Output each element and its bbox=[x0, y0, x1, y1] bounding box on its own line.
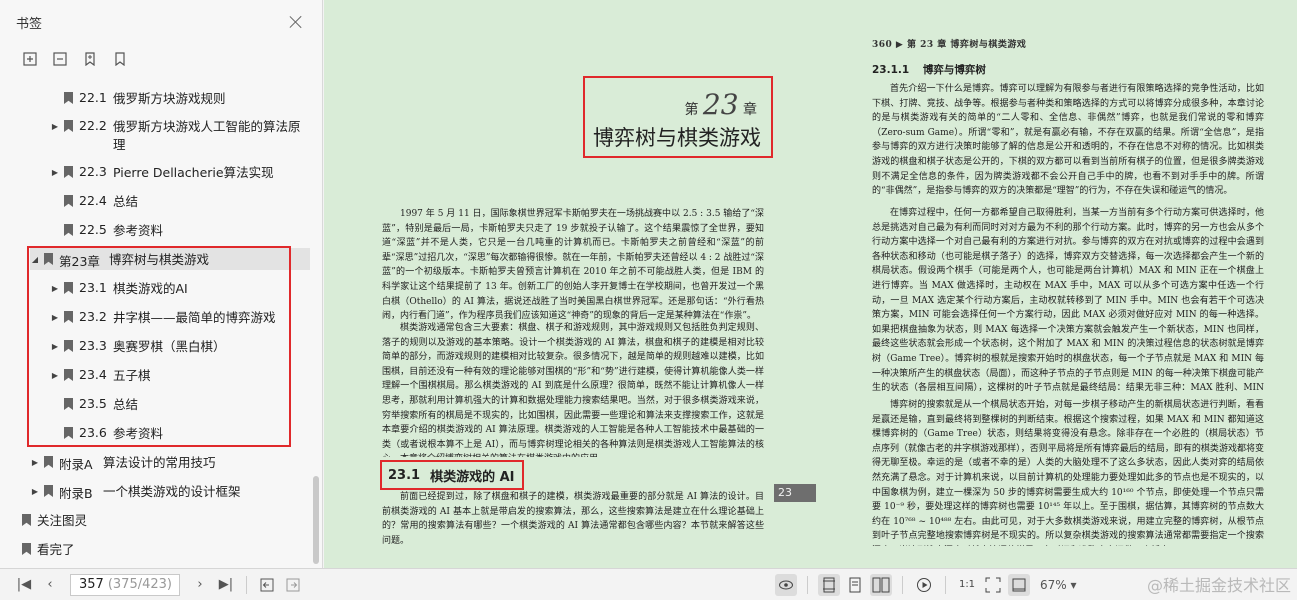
expand-all-icon[interactable] bbox=[22, 51, 38, 67]
bookmark-item-22-1[interactable]: 22.1 俄罗斯方块游戏规则 bbox=[50, 90, 310, 108]
bookmark-icon bbox=[64, 120, 73, 132]
play-icon[interactable] bbox=[913, 574, 935, 596]
page-number-input[interactable]: 357 (375/423) bbox=[70, 573, 180, 596]
first-page-icon[interactable]: |◀ bbox=[14, 575, 34, 595]
paragraph: 1997 年 5 月 11 日，国际象棋世界冠军卡斯帕罗夫在一场挑战赛中以 2.… bbox=[382, 209, 764, 322]
collapse-all-icon[interactable] bbox=[52, 51, 68, 67]
paragraph: 博弈树的搜索就是从一个棋局状态开始，对每一步棋子移动产生的新棋局状态进行判断，看… bbox=[872, 400, 1264, 546]
bookmark-icon bbox=[64, 166, 73, 178]
bookmark-item-22-3[interactable]: ▶ 22.3 Pierre Dellacherie算法实现 bbox=[50, 164, 310, 182]
bookmark-icon bbox=[44, 485, 53, 497]
bookmark-item-follow-turing[interactable]: 关注图灵 bbox=[18, 512, 310, 530]
document-view[interactable]: 第 23 章 博弈树与棋类游戏 1997 年 5 月 11 日，国际象棋世界冠军… bbox=[324, 0, 1297, 568]
sidebar-scrollbar[interactable] bbox=[313, 476, 319, 564]
page-left: 第 23 章 博弈树与棋类游戏 1997 年 5 月 11 日，国际象棋世界冠军… bbox=[324, 0, 824, 568]
watermark: @稀土掘金技术社区 bbox=[1146, 576, 1291, 595]
forward-icon[interactable] bbox=[283, 575, 303, 595]
bookmark-icon bbox=[22, 543, 31, 555]
chapter-title: 博弈树与棋类游戏 bbox=[593, 126, 761, 150]
paragraph: 棋类游戏通常包含三大要素：棋盘、棋子和游戏规则，其中游戏规则又包括胜负判定规则、… bbox=[382, 323, 764, 457]
sidebar-toolbar bbox=[0, 44, 322, 74]
bookmark-item-finished[interactable]: 看完了 bbox=[18, 541, 310, 559]
close-sidebar-icon[interactable] bbox=[288, 14, 304, 30]
chapter-heading: 第 23 章 博弈树与棋类游戏 bbox=[583, 76, 773, 158]
bookmark-icon bbox=[64, 195, 73, 207]
fit-page-icon[interactable] bbox=[982, 574, 1004, 596]
zoom-level[interactable]: 67% ▾ bbox=[1040, 578, 1077, 592]
expand-arrow-icon[interactable]: ▶ bbox=[50, 122, 60, 131]
section-heading: 23.1 棋类游戏的 AI bbox=[380, 460, 524, 490]
prev-page-icon[interactable]: ‹ bbox=[40, 575, 60, 595]
last-page-icon[interactable]: ▶| bbox=[216, 575, 236, 595]
sidebar-title: 书签 bbox=[16, 16, 43, 32]
paragraph: 在博弈过程中，任何一方都希望自己取得胜利，当某一方当前有多个行动方案可供选择时，… bbox=[872, 208, 1264, 394]
next-page-icon[interactable]: › bbox=[190, 575, 210, 595]
highlight-box bbox=[27, 246, 291, 447]
paragraph: 前面已经提到过，除了棋盘和棋子的建模，棋类游戏最重要的部分就是 AI 算法的设计… bbox=[382, 492, 764, 546]
bookmark-item-22-4[interactable]: 22.4 总结 bbox=[50, 193, 310, 211]
continuous-page-icon[interactable] bbox=[844, 574, 866, 596]
add-bookmark-icon[interactable] bbox=[82, 51, 98, 67]
bookmark-icon bbox=[64, 92, 73, 104]
bookmark-icon[interactable] bbox=[112, 51, 128, 67]
page-right: 360 ▶ 第 23 章 博弈树与棋类游戏 23.1.1 博弈与博弈树 首先介绍… bbox=[844, 0, 1297, 568]
bookmark-item-22-2[interactable]: ▶ 22.2 俄罗斯方块游戏人工智能的算法原理 bbox=[50, 118, 310, 154]
back-icon[interactable] bbox=[257, 575, 277, 595]
paragraph: 首先介绍一下什么是博弈。博弈可以理解为有限参与者进行有限策略选择的竞争性活动，比… bbox=[872, 84, 1264, 197]
expand-arrow-icon[interactable]: ▶ bbox=[50, 168, 60, 177]
chapter-tab: 23 bbox=[774, 484, 816, 502]
bookmark-item-appendix-b[interactable]: ▶ 附录B 一个棋类游戏的设计框架 bbox=[30, 483, 310, 502]
expand-arrow-icon[interactable]: ▶ bbox=[30, 487, 40, 496]
bookmark-item-appendix-a[interactable]: ▶ 附录A 算法设计的常用技巧 bbox=[30, 454, 310, 473]
bookmark-icon bbox=[44, 456, 53, 468]
bookmark-icon bbox=[22, 514, 31, 526]
bookmark-icon bbox=[64, 224, 73, 236]
expand-arrow-icon[interactable]: ▶ bbox=[30, 458, 40, 467]
double-page-icon[interactable] bbox=[870, 573, 892, 596]
sidebar-header: 书签 bbox=[0, 0, 322, 44]
eye-protection-icon[interactable] bbox=[775, 573, 797, 596]
single-page-icon[interactable] bbox=[818, 573, 840, 596]
bookmark-item-22-5[interactable]: 22.5 参考资料 bbox=[50, 222, 310, 240]
subsection-heading: 23.1.1 博弈与博弈树 bbox=[872, 64, 986, 76]
running-header: 360 ▶ 第 23 章 博弈树与棋类游戏 bbox=[872, 40, 1027, 50]
status-bar: |◀ ‹ 357 (375/423) › ▶| 1:1 67% ▾ bbox=[0, 568, 1297, 600]
fit-width-icon[interactable] bbox=[1008, 573, 1030, 596]
actual-size-icon[interactable]: 1:1 bbox=[956, 574, 978, 596]
